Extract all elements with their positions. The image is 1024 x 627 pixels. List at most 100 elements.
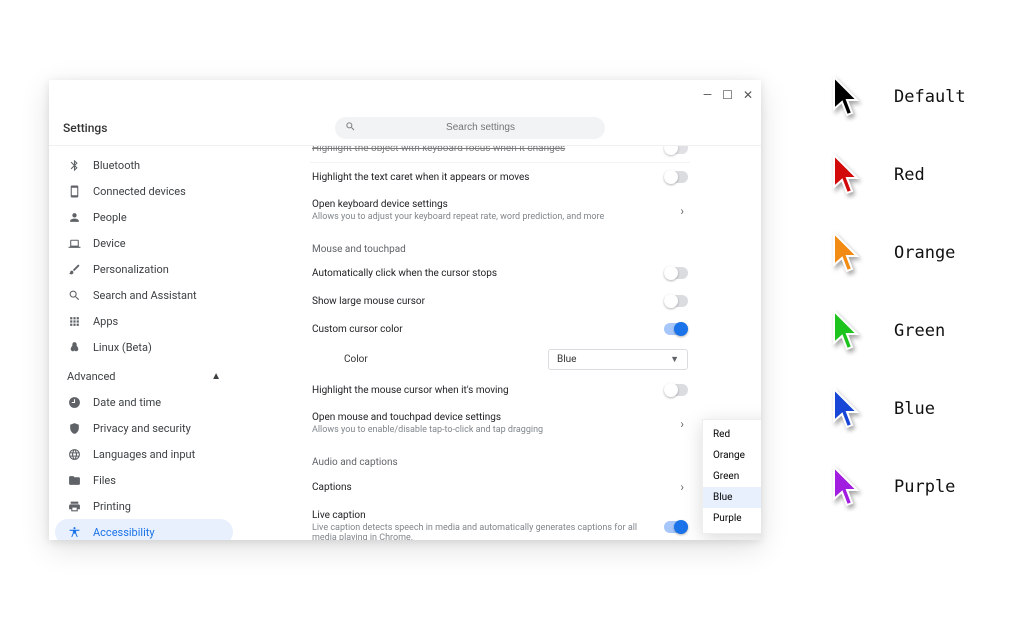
- folder-icon: [67, 473, 81, 487]
- row-keyboard-device-settings[interactable]: Open keyboard device settings Allows you…: [310, 191, 690, 230]
- sidebar-item-apps[interactable]: Apps: [55, 308, 233, 334]
- row-mouse-device-settings[interactable]: Open mouse and touchpad device settings …: [310, 404, 690, 443]
- cursor-icon: [830, 465, 868, 509]
- sidebar-item-linux[interactable]: Linux (Beta): [55, 334, 233, 360]
- sidebar-item-label: Privacy and security: [93, 422, 191, 435]
- sidebar-item-printing[interactable]: Printing: [55, 493, 233, 519]
- sidebar-item-label: Bluetooth: [93, 159, 140, 172]
- sidebar-section-advanced[interactable]: Advanced ▲: [55, 360, 233, 389]
- select-value: Blue: [557, 354, 576, 365]
- row-title: Open mouse and touchpad device settings: [312, 412, 676, 423]
- chevron-up-icon: ▲: [211, 371, 221, 382]
- clock-icon: [67, 395, 81, 409]
- row-title: Show large mouse cursor: [312, 296, 664, 307]
- legend-label: Blue: [894, 399, 935, 419]
- toggle-large-cursor[interactable]: [664, 295, 688, 307]
- window-titlebar: — ☐ ✕: [49, 80, 761, 110]
- legend-label: Green: [894, 321, 945, 341]
- sidebar-item-personalization[interactable]: Personalization: [55, 256, 233, 282]
- cursor-color-option-blue[interactable]: Blue: [703, 487, 761, 508]
- legend-row-default: Default: [830, 75, 1010, 119]
- legend-row-orange: Orange: [830, 231, 1010, 275]
- toggle-autoclick[interactable]: [664, 267, 688, 279]
- cursor-legend: Default Red Orange Green Blue Purple: [830, 75, 1010, 509]
- sidebar-item-languages[interactable]: Languages and input: [55, 441, 233, 467]
- search-box[interactable]: [335, 117, 605, 139]
- search-icon: [345, 121, 356, 135]
- shield-icon: [67, 421, 81, 435]
- chevron-down-icon: ▼: [670, 354, 679, 365]
- printer-icon: [67, 499, 81, 513]
- sidebar-item-label: Device: [93, 237, 126, 250]
- cursor-icon: [830, 309, 868, 353]
- row-title: Highlight the object with keyboard focus…: [312, 146, 664, 154]
- legend-row-green: Green: [830, 309, 1010, 353]
- window-close-button[interactable]: ✕: [743, 88, 753, 102]
- sidebar-item-label: Personalization: [93, 263, 169, 276]
- laptop-icon: [67, 236, 81, 250]
- sidebar-item-device[interactable]: Device: [55, 230, 233, 256]
- row-title: Custom cursor color: [312, 324, 664, 335]
- section-audio-captions: Audio and captions: [310, 443, 690, 472]
- toggle-live-caption[interactable]: [664, 521, 688, 533]
- sidebar-item-label: Accessibility: [93, 526, 155, 539]
- legend-label: Orange: [894, 243, 955, 263]
- cursor-color-option-orange[interactable]: Orange: [703, 445, 761, 466]
- row-custom-cursor-color: Custom cursor color: [310, 315, 690, 343]
- toggle-keyboard-highlight[interactable]: [664, 146, 688, 154]
- chevron-right-icon: ›: [676, 480, 688, 494]
- apps-icon: [67, 314, 81, 328]
- cursor-color-option-green[interactable]: Green: [703, 466, 761, 487]
- sidebar-item-privacy[interactable]: Privacy and security: [55, 415, 233, 441]
- sidebar-item-files[interactable]: Files: [55, 467, 233, 493]
- bluetooth-icon: [67, 158, 81, 172]
- cursor-color-option-purple[interactable]: Purple: [703, 508, 761, 529]
- settings-panel: Highlight the object with keyboard focus…: [310, 146, 690, 540]
- row-title: Live caption: [312, 510, 664, 521]
- row-captions[interactable]: Captions ›: [310, 472, 690, 502]
- row-sub: Live caption detects speech in media and…: [312, 523, 664, 540]
- chevron-right-icon: ›: [676, 417, 688, 431]
- sidebar-item-label: Date and time: [93, 396, 161, 409]
- cursor-icon: [830, 387, 868, 431]
- window-maximize-button[interactable]: ☐: [722, 88, 733, 102]
- phone-icon: [67, 184, 81, 198]
- row-cursor-color-select: Color Blue ▼: [310, 343, 690, 376]
- color-label: Color: [344, 354, 368, 365]
- sidebar-item-label: Files: [93, 474, 116, 487]
- sidebar-item-label: Linux (Beta): [93, 341, 152, 354]
- toggle-highlight-mouse[interactable]: [664, 384, 688, 396]
- cursor-icon: [830, 231, 868, 275]
- app-title: Settings: [49, 121, 239, 135]
- row-highlight-caret: Highlight the text caret when it appears…: [310, 163, 690, 191]
- toggle-highlight-caret[interactable]: [664, 171, 688, 183]
- sidebar-item-connected-devices[interactable]: Connected devices: [55, 178, 233, 204]
- row-title: Highlight the mouse cursor when it's mov…: [312, 385, 664, 396]
- sidebar-item-accessibility[interactable]: Accessibility: [55, 519, 233, 540]
- toggle-custom-cursor-color[interactable]: [664, 323, 688, 335]
- legend-label: Purple: [894, 477, 955, 497]
- legend-row-red: Red: [830, 153, 1010, 197]
- settings-content: Highlight the object with keyboard focus…: [239, 146, 761, 540]
- brush-icon: [67, 262, 81, 276]
- globe-icon: [67, 447, 81, 461]
- section-mouse-touchpad: Mouse and touchpad: [310, 230, 690, 259]
- sidebar-item-people[interactable]: People: [55, 204, 233, 230]
- sidebar-item-bluetooth[interactable]: Bluetooth: [55, 152, 233, 178]
- search-input[interactable]: [366, 122, 595, 133]
- chevron-right-icon: ›: [676, 204, 688, 218]
- sidebar-item-date-time[interactable]: Date and time: [55, 389, 233, 415]
- sidebar-item-label: Printing: [93, 500, 131, 513]
- row-autoclick: Automatically click when the cursor stop…: [310, 259, 690, 287]
- cursor-color-option-red[interactable]: Red: [703, 424, 761, 445]
- window-minimize-button[interactable]: —: [703, 88, 712, 102]
- row-live-caption: Live caption Live caption detects speech…: [310, 502, 690, 540]
- sidebar-item-search-assistant[interactable]: Search and Assistant: [55, 282, 233, 308]
- cursor-color-select[interactable]: Blue ▼: [548, 349, 688, 370]
- settings-window: — ☐ ✕ Settings Bluetooth Connected devic…: [49, 80, 761, 540]
- legend-row-blue: Blue: [830, 387, 1010, 431]
- row-large-cursor: Show large mouse cursor: [310, 287, 690, 315]
- legend-row-purple: Purple: [830, 465, 1010, 509]
- window-body: Bluetooth Connected devices People Devic…: [49, 146, 761, 540]
- sidebar-item-label: Languages and input: [93, 448, 195, 461]
